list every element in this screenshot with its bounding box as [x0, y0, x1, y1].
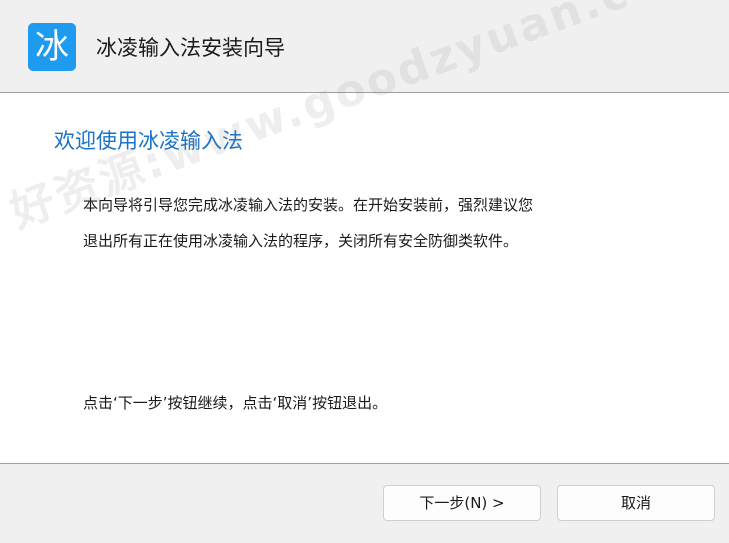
welcome-heading: 欢迎使用冰凌输入法 — [54, 129, 243, 153]
wizard-title: 冰凌输入法安装向导 — [96, 36, 285, 60]
description-line-2: 退出所有正在使用冰凌输入法的程序，关闭所有安全防御类软件。 — [83, 232, 519, 250]
wizard-footer: 下一步(N) > 取消 — [0, 463, 729, 543]
wizard-header: 冰 冰凌输入法安装向导 — [0, 0, 729, 93]
description-text: 本向导将引导您完成冰凌输入法的安装。在开始安装前，强烈建议您 退出所有正在使用冰… — [83, 187, 643, 259]
app-logo-icon: 冰 — [28, 23, 76, 71]
description-line-1: 本向导将引导您完成冰凌输入法的安装。在开始安装前，强烈建议您 — [83, 196, 534, 214]
wizard-content: 欢迎使用冰凌输入法 本向导将引导您完成冰凌输入法的安装。在开始安装前，强烈建议您… — [0, 93, 729, 463]
cancel-button[interactable]: 取消 — [557, 485, 715, 521]
instruction-hint: 点击‘下一步’按钮继续，点击‘取消’按钮退出。 — [83, 394, 388, 412]
next-button[interactable]: 下一步(N) > — [383, 485, 541, 521]
